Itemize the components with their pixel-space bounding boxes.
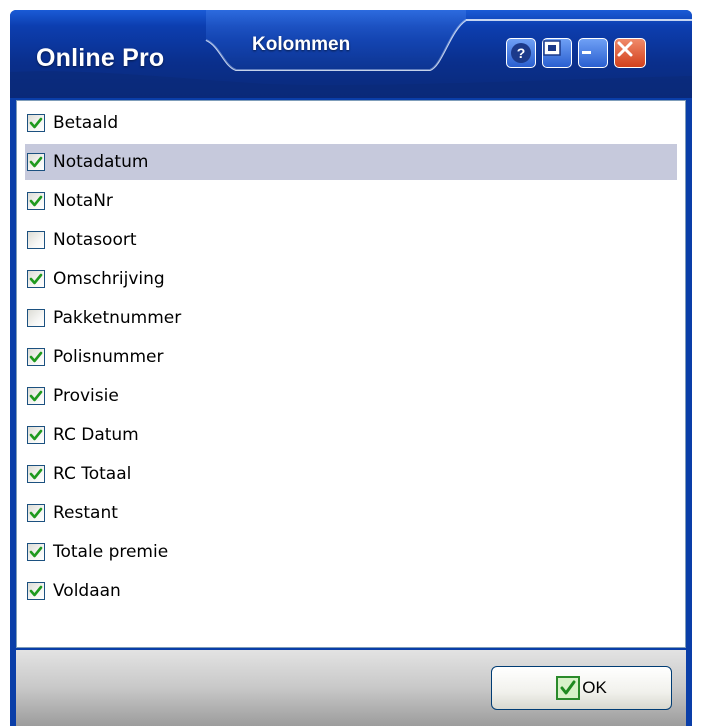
check-icon	[29, 351, 43, 363]
column-item[interactable]: NotaNr	[25, 183, 677, 219]
minimize-button[interactable]	[578, 38, 608, 68]
help-button[interactable]: ?	[506, 38, 536, 68]
checkbox-checked[interactable]	[27, 348, 45, 366]
checkbox-checked[interactable]	[27, 114, 45, 132]
column-item[interactable]: RC Totaal	[25, 456, 677, 492]
check-icon	[29, 273, 43, 285]
checkbox-unchecked[interactable]	[27, 309, 45, 327]
ok-label: OK	[582, 678, 607, 697]
checkbox-checked[interactable]	[27, 153, 45, 171]
screenshot-icon	[543, 40, 561, 56]
checkbox-checked[interactable]	[27, 543, 45, 561]
column-item-label: Provisie	[53, 386, 119, 406]
column-item-label: Betaald	[53, 113, 119, 133]
check-icon	[29, 546, 43, 558]
column-item[interactable]: Pakketnummer	[25, 300, 677, 336]
column-item-label: Restant	[53, 503, 118, 523]
column-item-label: Pakketnummer	[53, 308, 182, 328]
column-item[interactable]: Omschrijving	[25, 261, 677, 297]
close-button[interactable]	[614, 38, 646, 68]
kolommen-window: Online Pro Kolommen ? Betaald Notadatum No…	[10, 10, 692, 726]
checkbox-checked[interactable]	[27, 270, 45, 288]
check-icon	[29, 156, 43, 168]
checkbox-unchecked[interactable]	[27, 231, 45, 249]
close-icon	[617, 41, 633, 57]
column-item-label: Omschrijving	[53, 269, 165, 289]
check-icon	[29, 195, 43, 207]
help-icon: ?	[511, 43, 531, 63]
column-item-label: RC Datum	[53, 425, 139, 445]
check-icon	[29, 507, 43, 519]
title-bar[interactable]: Online Pro Kolommen ?	[10, 10, 692, 98]
column-item-label: RC Totaal	[53, 464, 132, 484]
column-item-label: Notasoort	[53, 230, 137, 250]
column-item[interactable]: Provisie	[25, 378, 677, 414]
column-item[interactable]: Voldaan	[25, 573, 677, 609]
column-item[interactable]: Betaald	[25, 105, 677, 141]
column-item-label: Totale premie	[53, 542, 169, 562]
check-icon	[29, 117, 43, 129]
dialog-tab-title: Kolommen	[252, 34, 351, 55]
ok-check-icon	[556, 676, 581, 700]
column-item-label: Voldaan	[53, 581, 121, 601]
column-list[interactable]: Betaald Notadatum NotaNr Notasoort Omschrijv…	[16, 100, 686, 648]
check-icon	[29, 429, 43, 441]
column-item[interactable]: Totale premie	[25, 534, 677, 570]
checkbox-checked[interactable]	[27, 582, 45, 600]
checkbox-checked[interactable]	[27, 504, 45, 522]
checkbox-checked[interactable]	[27, 426, 45, 444]
check-icon	[29, 390, 43, 402]
screenshot-button[interactable]	[542, 38, 572, 68]
check-icon	[29, 468, 43, 480]
column-item[interactable]: Notasoort	[25, 222, 677, 258]
ok-button[interactable]: OK	[491, 666, 672, 710]
column-item-label: NotaNr	[53, 191, 113, 211]
dialog-footer: OK	[16, 650, 686, 726]
column-item[interactable]: Polisnummer	[25, 339, 677, 375]
column-item-label: Notadatum	[53, 152, 149, 172]
column-item[interactable]: Restant	[25, 495, 677, 531]
checkbox-checked[interactable]	[27, 465, 45, 483]
app-title: Online Pro	[36, 44, 165, 72]
column-item[interactable]: RC Datum	[25, 417, 677, 453]
checkbox-checked[interactable]	[27, 387, 45, 405]
column-item[interactable]: Notadatum	[25, 144, 677, 180]
check-icon	[29, 585, 43, 597]
column-item-label: Polisnummer	[53, 347, 164, 367]
minimize-icon	[582, 51, 591, 54]
checkbox-checked[interactable]	[27, 192, 45, 210]
